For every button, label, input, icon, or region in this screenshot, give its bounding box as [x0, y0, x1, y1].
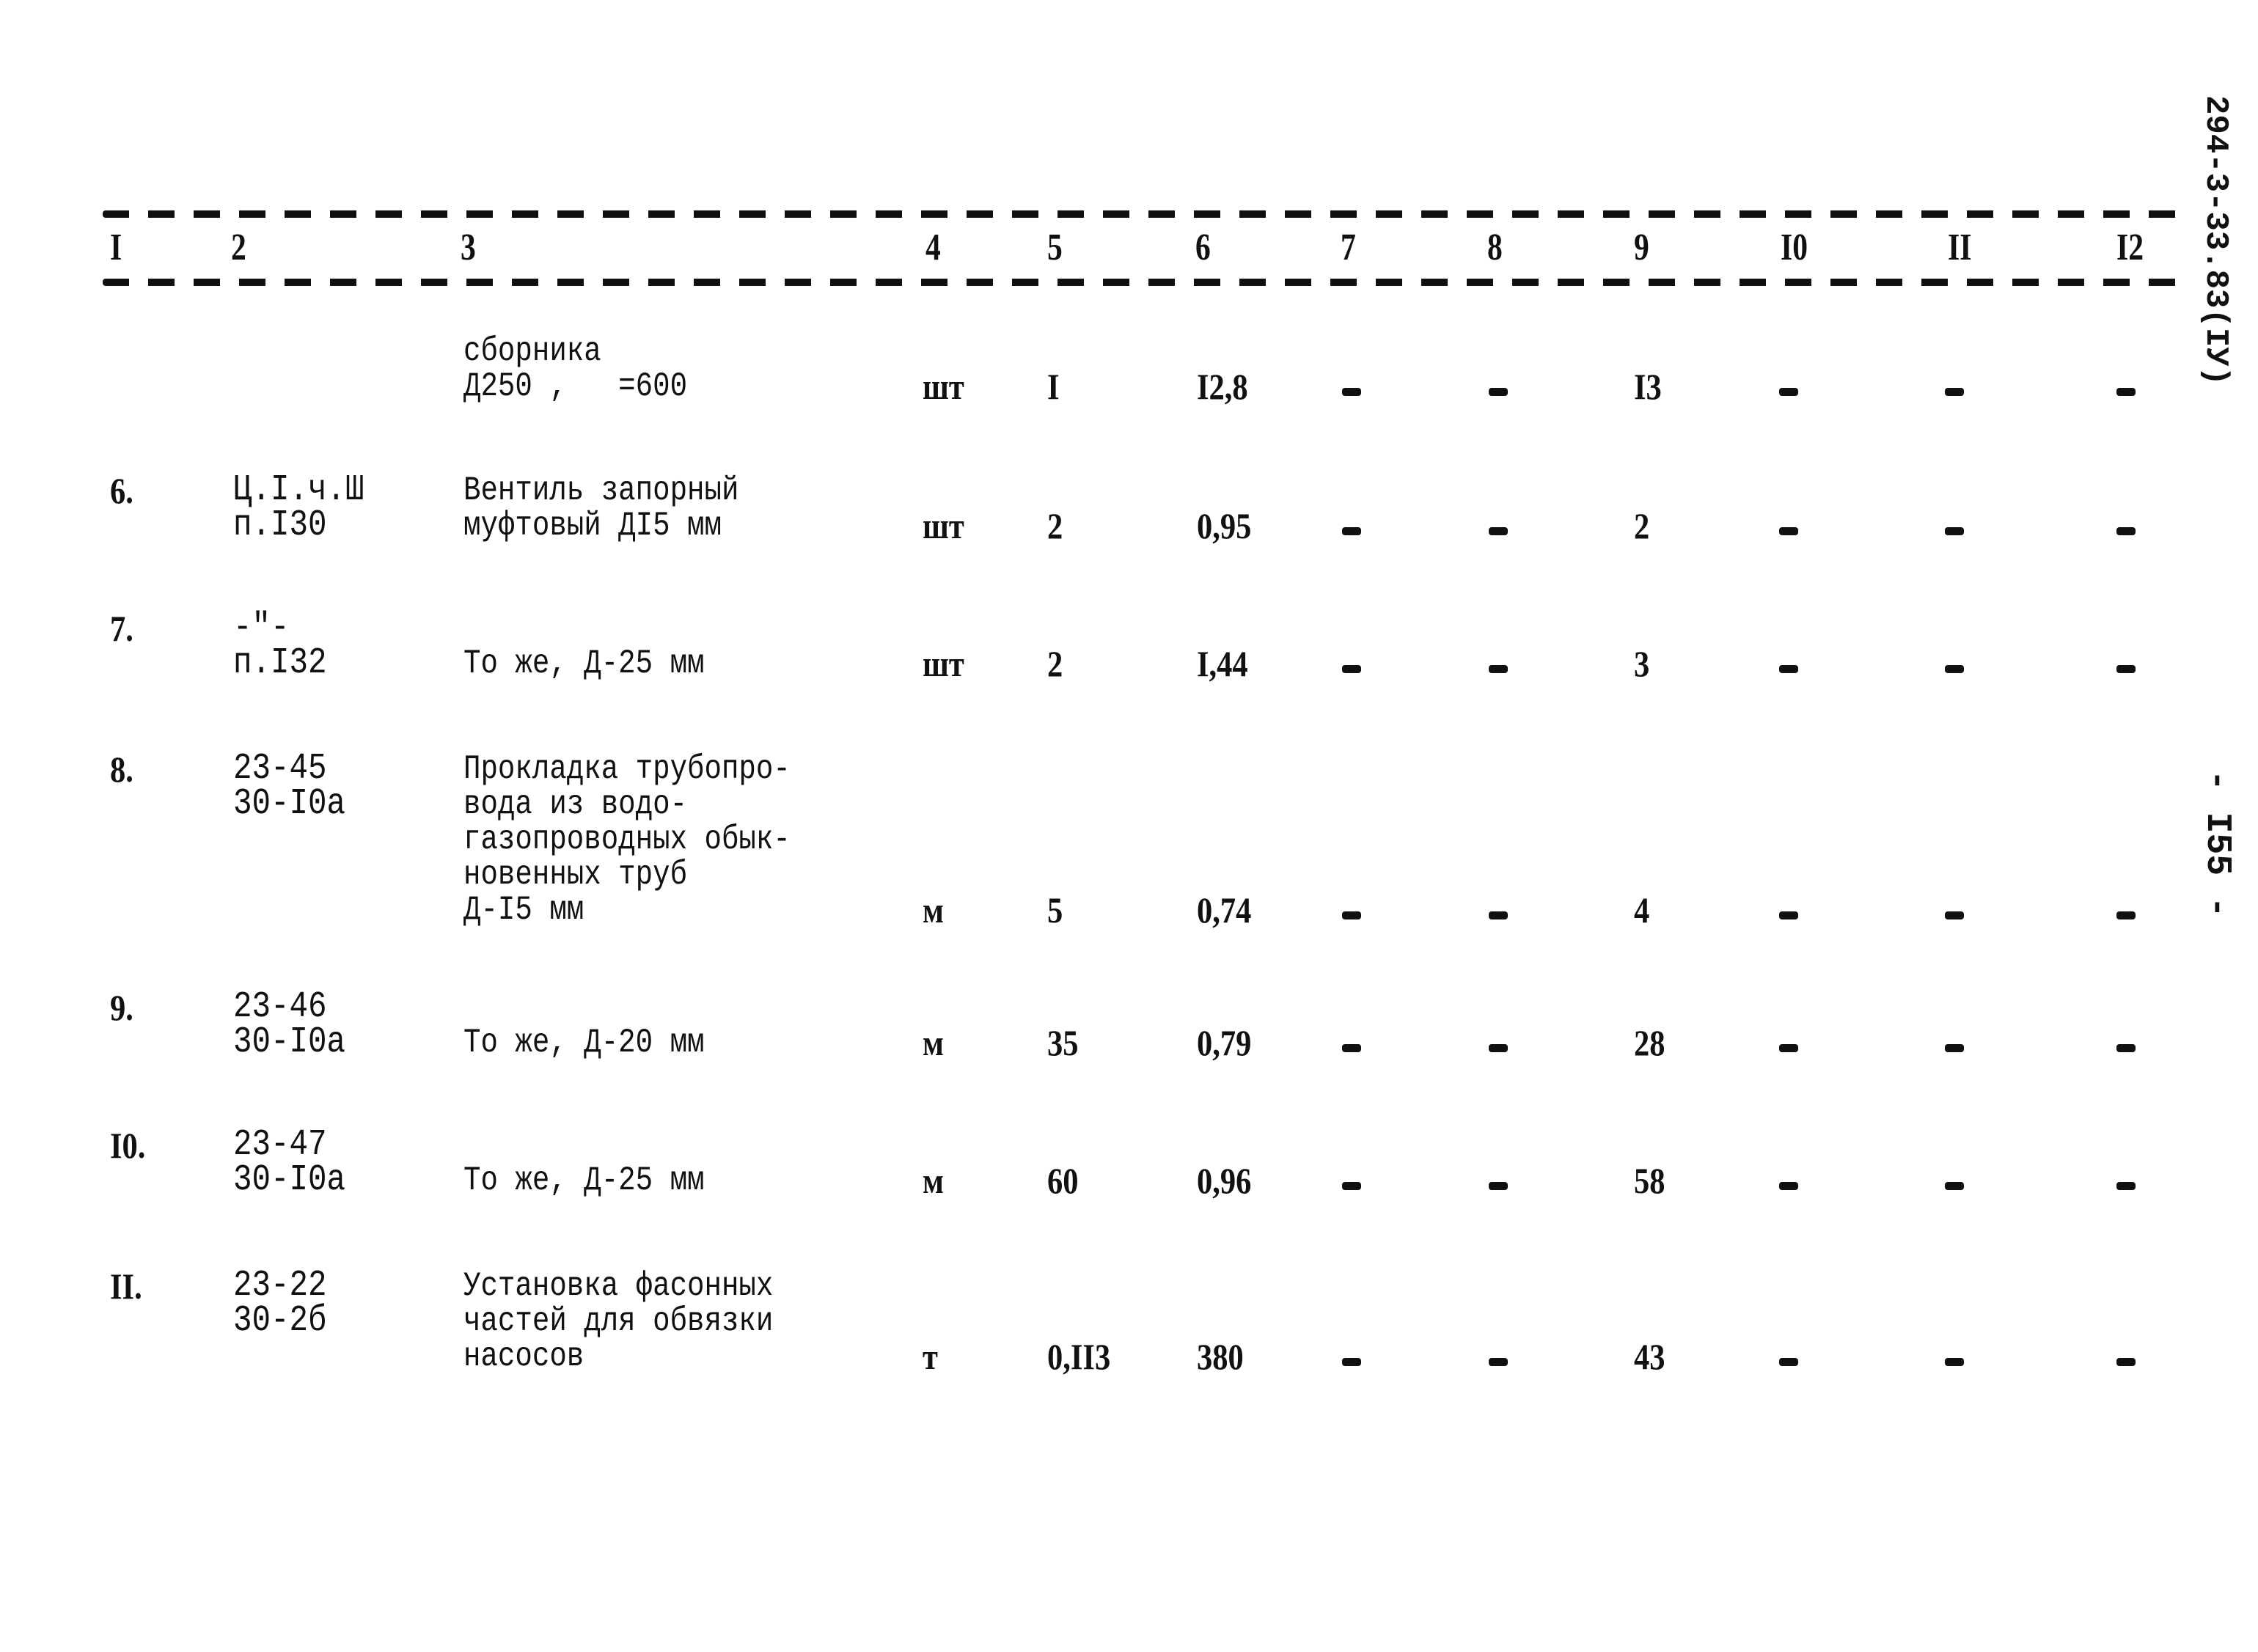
col-header-7: 7: [1341, 227, 1356, 268]
row-unit: м: [923, 889, 944, 930]
row-col6-value: I2,8: [1197, 366, 1248, 407]
row-reference: -"- п.I32: [233, 607, 327, 684]
row-c11-dash: [1945, 665, 1964, 673]
row-unit: шт: [923, 643, 964, 684]
row-unit: м: [923, 1022, 944, 1063]
row-unit: шт: [923, 505, 964, 546]
col-header-5: 5: [1047, 227, 1063, 268]
row-description: То же, Д-20 мм: [463, 1024, 705, 1062]
row-col6-value: 0,95: [1197, 505, 1252, 546]
col-header-6: 6: [1195, 227, 1211, 268]
row-col6-value: 0,74: [1197, 889, 1252, 930]
row-c7-dash: [1342, 665, 1361, 673]
row-col9-value: 4: [1634, 889, 1650, 930]
row-c10-dash: [1779, 1182, 1798, 1190]
col-header-4: 4: [925, 227, 941, 268]
row-description: сборника Д250 , =600: [463, 332, 688, 405]
row-c12-dash: [2116, 1182, 2136, 1190]
row-c8-dash: [1489, 388, 1508, 396]
row-c10-dash: [1779, 1044, 1798, 1052]
row-reference: 23-22 30-2б: [233, 1265, 327, 1342]
row-number: 7.: [110, 608, 133, 649]
row-quantity: 2: [1047, 505, 1063, 546]
row-c11-dash: [1945, 388, 1964, 396]
row-quantity: 5: [1047, 889, 1063, 930]
row-col6-value: 0,79: [1197, 1022, 1252, 1063]
row-c8-dash: [1489, 911, 1508, 919]
row-col9-value: 2: [1634, 505, 1650, 546]
row-c12-dash: [2116, 911, 2136, 919]
row-col9-value: 3: [1634, 643, 1650, 684]
row-number: I0.: [110, 1125, 146, 1166]
row-col9-value: 43: [1634, 1336, 1665, 1377]
row-unit: шт: [923, 366, 964, 407]
row-c11-dash: [1945, 1044, 1964, 1052]
row-c10-dash: [1779, 911, 1798, 919]
row-c11-dash: [1945, 527, 1964, 535]
row-c10-dash: [1779, 527, 1798, 535]
row-col6-value: 0,96: [1197, 1160, 1252, 1201]
row-number: 8.: [110, 749, 133, 790]
row-c11-dash: [1945, 911, 1964, 919]
row-unit: т: [923, 1336, 938, 1377]
header-top-rule: [103, 210, 2178, 218]
col-header-9: 9: [1634, 227, 1649, 268]
row-c10-dash: [1779, 1358, 1798, 1366]
col-header-11: II: [1948, 227, 1972, 268]
row-c12-dash: [2116, 1358, 2136, 1366]
row-quantity: 2: [1047, 643, 1063, 684]
row-c12-dash: [2116, 527, 2136, 535]
row-number: II.: [110, 1266, 142, 1307]
row-c7-dash: [1342, 388, 1361, 396]
row-quantity: 0,II3: [1047, 1336, 1111, 1377]
row-c12-dash: [2116, 665, 2136, 673]
row-quantity: 35: [1047, 1022, 1079, 1063]
col-header-10: I0: [1781, 227, 1808, 268]
row-description: Прокладка трубопро- вода из водо- газопр…: [463, 750, 791, 929]
row-number: 6.: [110, 470, 133, 511]
row-c11-dash: [1945, 1358, 1964, 1366]
header-bottom-rule: [103, 279, 2178, 286]
row-description: То же, Д-25 мм: [463, 645, 705, 683]
row-c8-dash: [1489, 1358, 1508, 1366]
row-c11-dash: [1945, 1182, 1964, 1190]
row-reference: 23-45 30-I0а: [233, 748, 346, 825]
row-description: То же, Д-25 мм: [463, 1161, 705, 1200]
row-quantity: 60: [1047, 1160, 1079, 1201]
row-reference: 23-46 30-I0а: [233, 986, 346, 1063]
row-c10-dash: [1779, 388, 1798, 396]
row-c7-dash: [1342, 1044, 1361, 1052]
row-number: 9.: [110, 987, 133, 1028]
row-col6-value: I,44: [1197, 643, 1248, 684]
row-col9-value: 58: [1634, 1160, 1665, 1201]
row-c10-dash: [1779, 665, 1798, 673]
page-number: - I55 -: [2197, 770, 2237, 918]
col-header-1: I: [110, 227, 122, 268]
row-unit: м: [923, 1160, 944, 1201]
row-c12-dash: [2116, 388, 2136, 396]
col-header-2: 2: [231, 227, 246, 268]
row-col9-value: I3: [1634, 366, 1662, 407]
col-header-8: 8: [1487, 227, 1503, 268]
row-reference: Ц.I.ч.Ш п.I30: [233, 469, 364, 546]
document-page: 294-3-33.83(IУ) - I55 - I 2 3 4 5 6 7 8 …: [0, 0, 2258, 1652]
row-col6-value: 380: [1197, 1336, 1244, 1377]
row-c12-dash: [2116, 1044, 2136, 1052]
row-quantity: I: [1047, 366, 1060, 407]
row-c8-dash: [1489, 1044, 1508, 1052]
row-c8-dash: [1489, 527, 1508, 535]
row-c7-dash: [1342, 1358, 1361, 1366]
row-c8-dash: [1489, 1182, 1508, 1190]
document-code: 294-3-33.83(IУ): [2197, 95, 2234, 386]
col-header-3: 3: [461, 227, 476, 268]
row-description: Вентиль запорный муфтовый ДI5 мм: [463, 471, 739, 545]
row-c8-dash: [1489, 665, 1508, 673]
row-c7-dash: [1342, 911, 1361, 919]
col-header-12: I2: [2116, 227, 2144, 268]
row-reference: 23-47 30-I0а: [233, 1124, 346, 1201]
row-c7-dash: [1342, 1182, 1361, 1190]
row-description: Установка фасонных частей для обвязки на…: [463, 1267, 774, 1376]
row-c7-dash: [1342, 527, 1361, 535]
row-col9-value: 28: [1634, 1022, 1665, 1063]
